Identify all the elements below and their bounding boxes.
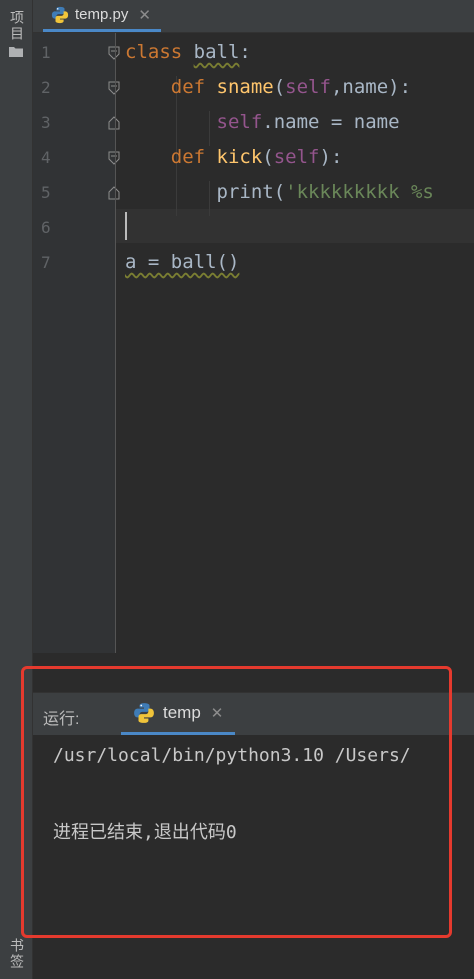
- code-token: .name = name: [262, 111, 400, 133]
- line-number: 6: [41, 218, 51, 237]
- code-token: self: [273, 146, 320, 168]
- code-token: (: [262, 146, 274, 168]
- code-token: sname: [216, 76, 274, 98]
- text-caret: [125, 212, 127, 240]
- run-label: 运行:: [43, 711, 80, 728]
- code-token: (: [273, 76, 286, 98]
- code-line: a = ball(): [125, 251, 239, 273]
- code-token: ):: [388, 76, 412, 98]
- fold-end-icon[interactable]: [108, 116, 120, 130]
- current-line-highlight: [116, 209, 474, 243]
- line-number-gutter: 1 2 3 4 5 6 7: [33, 33, 120, 653]
- python-run-icon: [134, 702, 154, 723]
- code-token: ,: [330, 76, 343, 98]
- bookmarks-tool-label[interactable]: 书签: [7, 938, 27, 970]
- code-token: a = ball(): [125, 251, 240, 273]
- run-tab-label: temp: [163, 702, 201, 722]
- fold-open-icon[interactable]: [108, 81, 120, 95]
- folder-icon[interactable]: [9, 46, 23, 57]
- run-tool-window: 运行: temp ✕ /usr/local/bin/python3.10 /Us…: [33, 692, 474, 979]
- console-exit-message: 进程已结束,退出代码0: [53, 822, 237, 843]
- code-token: def: [125, 146, 217, 168]
- code-token: kick: [216, 146, 263, 168]
- line-number: 5: [41, 183, 51, 202]
- close-icon[interactable]: ✕: [138, 6, 151, 24]
- code-editor[interactable]: 1 2 3 4 5 6 7 class ball: def sname(self…: [33, 33, 474, 653]
- code-line: def sname(self,name):: [125, 76, 411, 98]
- fold-open-icon[interactable]: [108, 46, 120, 60]
- code-token: ball: [193, 41, 240, 63]
- fold-open-icon[interactable]: [108, 151, 120, 165]
- close-icon[interactable]: ✕: [211, 704, 224, 722]
- code-token: name: [342, 76, 389, 98]
- line-number: 7: [41, 253, 51, 272]
- gutter-divider: [115, 33, 116, 653]
- code-line: class ball:: [125, 41, 251, 63]
- console-command-line: /usr/local/bin/python3.10 /Users/: [53, 745, 411, 766]
- code-line: self.name = name: [125, 111, 400, 133]
- code-line: def kick(self):: [125, 146, 343, 168]
- tab-label: temp.py: [75, 6, 129, 23]
- code-token: self: [285, 76, 331, 98]
- code-line: print('kkkkkkkkk %s: [125, 181, 434, 203]
- editor-tab-bar: temp.py ✕: [33, 0, 474, 33]
- code-token: def: [125, 76, 217, 98]
- line-number: 1: [41, 43, 51, 62]
- python-file-icon: [51, 6, 69, 23]
- line-number: 4: [41, 148, 51, 167]
- line-number: 2: [41, 78, 51, 97]
- run-header: 运行: temp ✕: [33, 693, 474, 735]
- code-token: print(: [125, 181, 286, 203]
- code-token: 'kkkkkkkkk %s: [285, 181, 434, 203]
- code-token: self: [216, 111, 263, 133]
- project-tool-label[interactable]: 项目: [7, 10, 27, 42]
- code-token: ):: [319, 146, 343, 168]
- tool-window-stripe: 项目 书签: [0, 0, 33, 979]
- run-tab-temp[interactable]: temp ✕: [121, 693, 236, 735]
- code-token: class: [125, 41, 194, 63]
- line-number: 3: [41, 113, 51, 132]
- code-token: :: [239, 41, 251, 63]
- tab-temp-py[interactable]: temp.py ✕: [43, 0, 161, 32]
- fold-end-icon[interactable]: [108, 186, 120, 200]
